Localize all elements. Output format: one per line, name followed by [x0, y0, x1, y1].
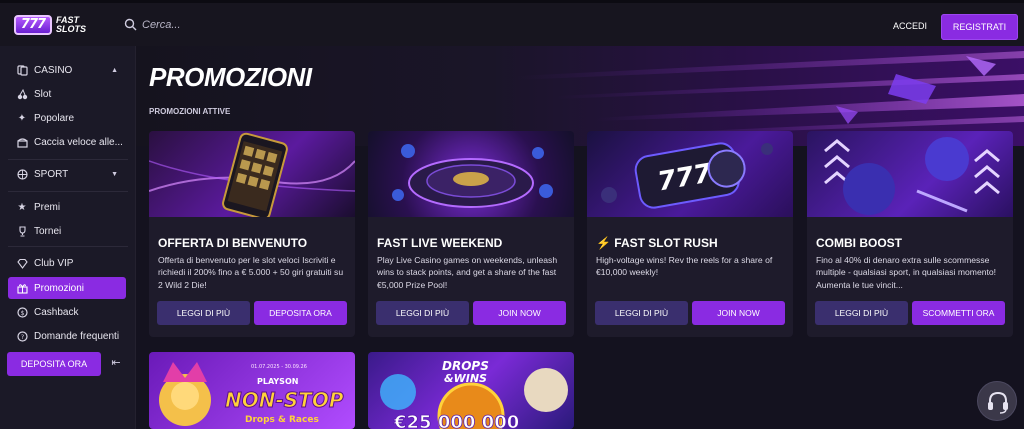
read-more-button[interactable]: LEGGI DI PIÙ [815, 301, 908, 325]
sports-balls-illustration [824, 137, 1000, 215]
sidebar-item-label: Tornei [34, 225, 62, 237]
sidebar-divider [8, 159, 128, 160]
promo-card-title: COMBI BOOST [816, 236, 902, 250]
join-now-button[interactable]: JOIN NOW [692, 301, 785, 325]
sidebar-item-label: Cashback [34, 306, 79, 318]
svg-text:?: ? [20, 333, 23, 341]
register-button[interactable]: REGISTRATI [941, 14, 1018, 40]
read-more-button[interactable]: LEGGI DI PIÙ [595, 301, 688, 325]
sidebar: CASINO ▲ Slot ✦ Popolare Caccia veloce a… [0, 46, 136, 429]
sidebar-item-premi[interactable]: ★ Premi [8, 196, 126, 218]
bet-now-button[interactable]: SCOMMETTI ORA [912, 301, 1005, 325]
question-icon: ? [16, 330, 28, 342]
sidebar-item-cashback[interactable]: $ Cashback [8, 301, 126, 323]
sidebar-item-casino[interactable]: CASINO ▲ [8, 59, 126, 81]
logo-text: FAST SLOTS [56, 14, 87, 34]
ball-icon [16, 168, 28, 180]
sidebar-divider [8, 246, 128, 247]
promo-card-description: Offerta di benvenuto per le slot veloci … [158, 255, 344, 290]
diamond-icon [16, 257, 28, 269]
casino-chip-icon [16, 64, 28, 76]
nonstop-brand: PLAYSON [257, 377, 298, 386]
support-chat-button[interactable] [977, 381, 1017, 421]
trophy-icon [16, 225, 28, 237]
top-header: 777 FAST SLOTS ACCEDI REGISTRATI [0, 0, 1024, 46]
headset-icon [988, 391, 1008, 414]
page-title: PROMOZIONI [149, 62, 312, 92]
phone-slot-illustration [149, 132, 355, 217]
search-input[interactable] [142, 18, 342, 31]
sidebar-item-label: Caccia veloce alle... [34, 136, 123, 148]
drops-wins-banner-art: DROPS &WINS €25 000 000 [380, 359, 568, 429]
chevron-down-icon[interactable]: ▼ [111, 171, 118, 178]
read-more-button[interactable]: LEGGI DI PIÙ [376, 301, 469, 325]
sidebar-item-slot[interactable]: Slot [8, 83, 126, 105]
search-icon[interactable] [124, 18, 137, 31]
sidebar-divider [8, 191, 128, 192]
promo-card-nonstop[interactable]: 01.07.2025 - 30.09.26 PLAYSON NON-STOP D… [149, 352, 355, 429]
promo-card-description: Play Live Casino games on weekends, unle… [377, 255, 558, 290]
read-more-button[interactable]: LEGGI DI PIÙ [157, 301, 250, 325]
drops-wins-amount: €25 000 000 [393, 412, 519, 429]
promo-card-description: High-voltage wins! Rev the reels for a s… [596, 255, 773, 278]
sidebar-item-caccia[interactable]: Caccia veloce alle... [8, 131, 126, 153]
star-icon: ★ [17, 201, 27, 213]
promo-card-image [807, 131, 1013, 217]
join-now-button[interactable]: JOIN NOW [473, 301, 566, 325]
sidebar-item-label: Club VIP [34, 257, 74, 269]
collapse-sidebar-icon[interactable]: ⇤ [109, 356, 123, 370]
promo-card-title: ⚡ FAST SLOT RUSH [596, 236, 718, 250]
sidebar-item-faq[interactable]: ? Domande frequenti [8, 325, 126, 347]
drops-wins-title-2: &WINS [444, 372, 487, 385]
promo-card-image: 777 [587, 131, 793, 217]
sidebar-item-tornei[interactable]: Tornei [8, 220, 126, 242]
promo-card: OFFERTA DI BENVENUTO Offerta di benvenut… [149, 131, 355, 337]
login-button[interactable]: ACCEDI [886, 15, 934, 37]
promo-card: 777 ⚡ FAST SLOT RUSH High-voltage wins! … [587, 131, 793, 337]
svg-text:$: $ [20, 310, 24, 317]
gift-icon [16, 282, 28, 294]
treasure-icon [16, 136, 28, 148]
section-label: PROMOZIONI ATTIVE [149, 107, 231, 116]
chevron-up-icon[interactable]: ▲ [111, 67, 118, 74]
promo-card: COMBI BOOST Fino al 40% di denaro extra … [807, 131, 1013, 337]
promo-card-title: OFFERTA DI BENVENUTO [158, 236, 308, 250]
sidebar-deposit-button[interactable]: DEPOSITA ORA [7, 352, 101, 376]
cherry-icon [16, 88, 28, 100]
sidebar-item-sport[interactable]: SPORT ▼ [8, 163, 126, 185]
sidebar-item-promozioni[interactable]: Promozioni [8, 277, 126, 299]
promo-card-image [368, 131, 574, 217]
site-logo[interactable]: 777 FAST SLOTS [14, 14, 124, 35]
search-bar [124, 18, 342, 31]
logo-badge: 777 [14, 14, 52, 35]
sparkle-icon: ✦ [17, 112, 27, 124]
sidebar-item-label: Promozioni [34, 282, 85, 294]
sidebar-item-label: Slot [34, 88, 52, 100]
promo-card-title: FAST LIVE WEEKEND [377, 236, 503, 250]
promo-card-drops-wins[interactable]: DROPS &WINS €25 000 000 [368, 352, 574, 429]
nonstop-title: NON-STOP [225, 388, 344, 412]
nonstop-date: 01.07.2025 - 30.09.26 [251, 364, 307, 370]
sidebar-item-label: CASINO [34, 64, 73, 76]
drops-wins-title-1: DROPS [442, 359, 489, 373]
nonstop-banner-art: 01.07.2025 - 30.09.26 PLAYSON NON-STOP D… [159, 362, 344, 426]
sidebar-item-label: SPORT [34, 168, 69, 180]
deposit-now-button[interactable]: DEPOSITA ORA [254, 301, 347, 325]
sidebar-item-label: Popolare [34, 112, 75, 124]
coin-icon: $ [16, 306, 28, 318]
sidebar-item-label: Domande frequenti [34, 330, 120, 342]
sidebar-item-club-vip[interactable]: Club VIP [8, 252, 126, 274]
nonstop-subtitle: Drops & Races [245, 415, 319, 425]
promo-card-description: Fino al 40% di denaro extra sulle scomme… [816, 255, 997, 290]
roulette-illustration [392, 144, 553, 208]
sidebar-item-popolare[interactable]: ✦ Popolare [8, 107, 126, 129]
promo-card-image [149, 131, 355, 217]
promo-card: FAST LIVE WEEKEND Play Live Casino games… [368, 131, 574, 337]
slot-reel-illustration: 777 [601, 142, 773, 209]
sidebar-item-label: Premi [34, 201, 61, 213]
